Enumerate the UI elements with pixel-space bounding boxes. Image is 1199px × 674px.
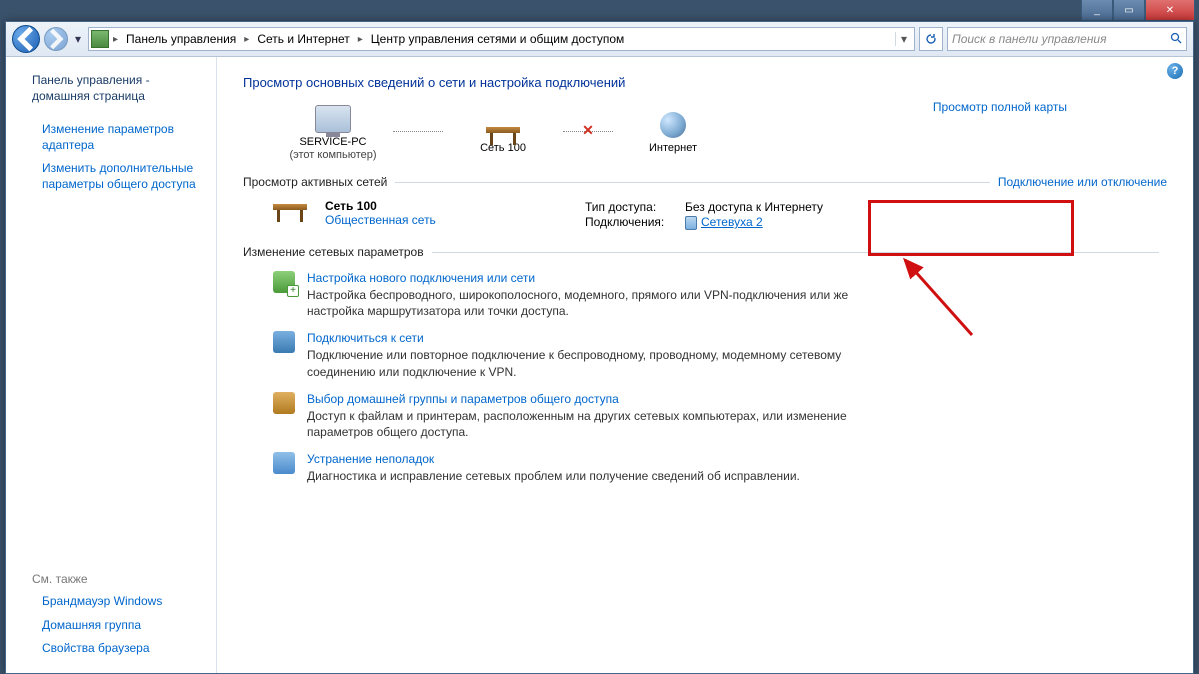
- connections-label: Подключения:: [585, 215, 685, 230]
- sidebar-homegroup-link[interactable]: Домашняя группа: [6, 614, 216, 638]
- task-link[interactable]: Настройка нового подключения или сети: [307, 271, 867, 285]
- page-title: Просмотр основных сведений о сети и наст…: [243, 75, 1167, 90]
- task-icon: [273, 331, 295, 353]
- connection-line: [393, 131, 443, 134]
- section-label: Просмотр активных сетей: [243, 175, 387, 189]
- window-close-button[interactable]: ✕: [1145, 0, 1195, 21]
- section-change-params: Изменение сетевых параметров: [243, 245, 1167, 259]
- connection-line-broken: [563, 131, 613, 134]
- active-network-type-link[interactable]: Общественная сеть: [325, 213, 525, 227]
- task-description: Диагностика и исправление сетевых пробле…: [307, 468, 800, 484]
- nav-history-dropdown[interactable]: ▾: [72, 29, 84, 49]
- chevron-right-icon[interactable]: ▸: [242, 34, 251, 45]
- connection-link[interactable]: Сетевуха 2: [685, 215, 763, 230]
- navigation-bar: ▾ ▸ Панель управления ▸ Сеть и Интернет …: [6, 22, 1193, 57]
- window-maximize-button[interactable]: ▭: [1113, 0, 1145, 21]
- map-node-network: Сеть 100: [443, 110, 563, 155]
- task-link[interactable]: Устранение неполадок: [307, 452, 800, 466]
- map-node-internet: Интернет: [613, 110, 733, 155]
- search-placeholder: Поиск в панели управления: [952, 32, 1107, 46]
- sidebar-home-link[interactable]: Панель управления - домашняя страница: [6, 69, 216, 108]
- task-icon: [273, 452, 295, 474]
- sidebar-see-also-heading: См. также: [6, 568, 216, 590]
- task-item: Настройка нового подключения или сети Нас…: [273, 271, 1167, 319]
- sidebar-browser-properties-link[interactable]: Свойства браузера: [6, 637, 216, 661]
- sidebar-firewall-link[interactable]: Брандмауэр Windows: [6, 590, 216, 614]
- task-description: Подключение или повторное подключение к …: [307, 347, 867, 379]
- task-link[interactable]: Выбор домашней группы и параметров общег…: [307, 392, 867, 406]
- explorer-window: ▾ ▸ Панель управления ▸ Сеть и Интернет …: [5, 21, 1194, 674]
- chevron-right-icon[interactable]: ▸: [356, 34, 365, 45]
- sidebar: Панель управления - домашняя страница Из…: [6, 57, 217, 673]
- active-network-row: Сеть 100 Общественная сеть Тип доступа: …: [273, 199, 1167, 231]
- bench-icon: [486, 127, 520, 133]
- refresh-button[interactable]: [919, 27, 943, 51]
- task-item: Устранение неполадок Диагностика и исправ…: [273, 452, 1167, 484]
- map-node-this-pc: SERVICE-PC (этот компьютер): [273, 104, 393, 161]
- task-item: Подключиться к сети Подключение или повто…: [273, 331, 1167, 379]
- bench-icon: [273, 204, 307, 210]
- breadcrumb-item[interactable]: Центр управления сетями и общим доступом: [367, 28, 629, 50]
- task-icon: [273, 392, 295, 414]
- sidebar-advanced-sharing-link[interactable]: Изменить дополнительные параметры общего…: [6, 157, 216, 196]
- nav-back-button[interactable]: [12, 25, 40, 53]
- search-icon[interactable]: [1170, 32, 1182, 47]
- location-icon: [91, 30, 109, 48]
- address-bar[interactable]: ▸ Панель управления ▸ Сеть и Интернет ▸ …: [88, 27, 915, 51]
- active-network-name: Сеть 100: [325, 199, 525, 213]
- breadcrumb-item[interactable]: Сеть и Интернет: [253, 28, 353, 50]
- computer-icon: [315, 105, 351, 133]
- sidebar-adapter-settings-link[interactable]: Изменение параметров адаптера: [6, 118, 216, 157]
- globe-icon: [660, 112, 686, 138]
- address-dropdown[interactable]: ▾: [895, 32, 912, 46]
- task-description: Настройка беспроводного, широкополосного…: [307, 287, 867, 319]
- breadcrumb-item[interactable]: Панель управления: [122, 28, 240, 50]
- nav-forward-button[interactable]: [44, 27, 68, 51]
- view-full-map-link[interactable]: Просмотр полной карты: [933, 100, 1067, 114]
- search-input[interactable]: Поиск в панели управления: [947, 27, 1187, 51]
- section-label: Изменение сетевых параметров: [243, 245, 424, 259]
- task-item: Выбор домашней группы и параметров общег…: [273, 392, 1167, 440]
- network-adapter-icon: [685, 216, 697, 230]
- window-minimize-button[interactable]: _: [1081, 0, 1113, 21]
- help-icon[interactable]: ?: [1167, 63, 1183, 79]
- task-icon: [273, 271, 295, 293]
- task-link[interactable]: Подключиться к сети: [307, 331, 867, 345]
- access-type-value: Без доступа к Интернету: [685, 200, 823, 214]
- access-type-label: Тип доступа:: [585, 200, 685, 214]
- main-content: ? Просмотр основных сведений о сети и на…: [217, 57, 1193, 673]
- task-description: Доступ к файлам и принтерам, расположенн…: [307, 408, 867, 440]
- chevron-right-icon[interactable]: ▸: [111, 34, 120, 45]
- connect-disconnect-link[interactable]: Подключение или отключение: [998, 175, 1167, 189]
- section-active-networks: Просмотр активных сетей Подключение или …: [243, 175, 1167, 189]
